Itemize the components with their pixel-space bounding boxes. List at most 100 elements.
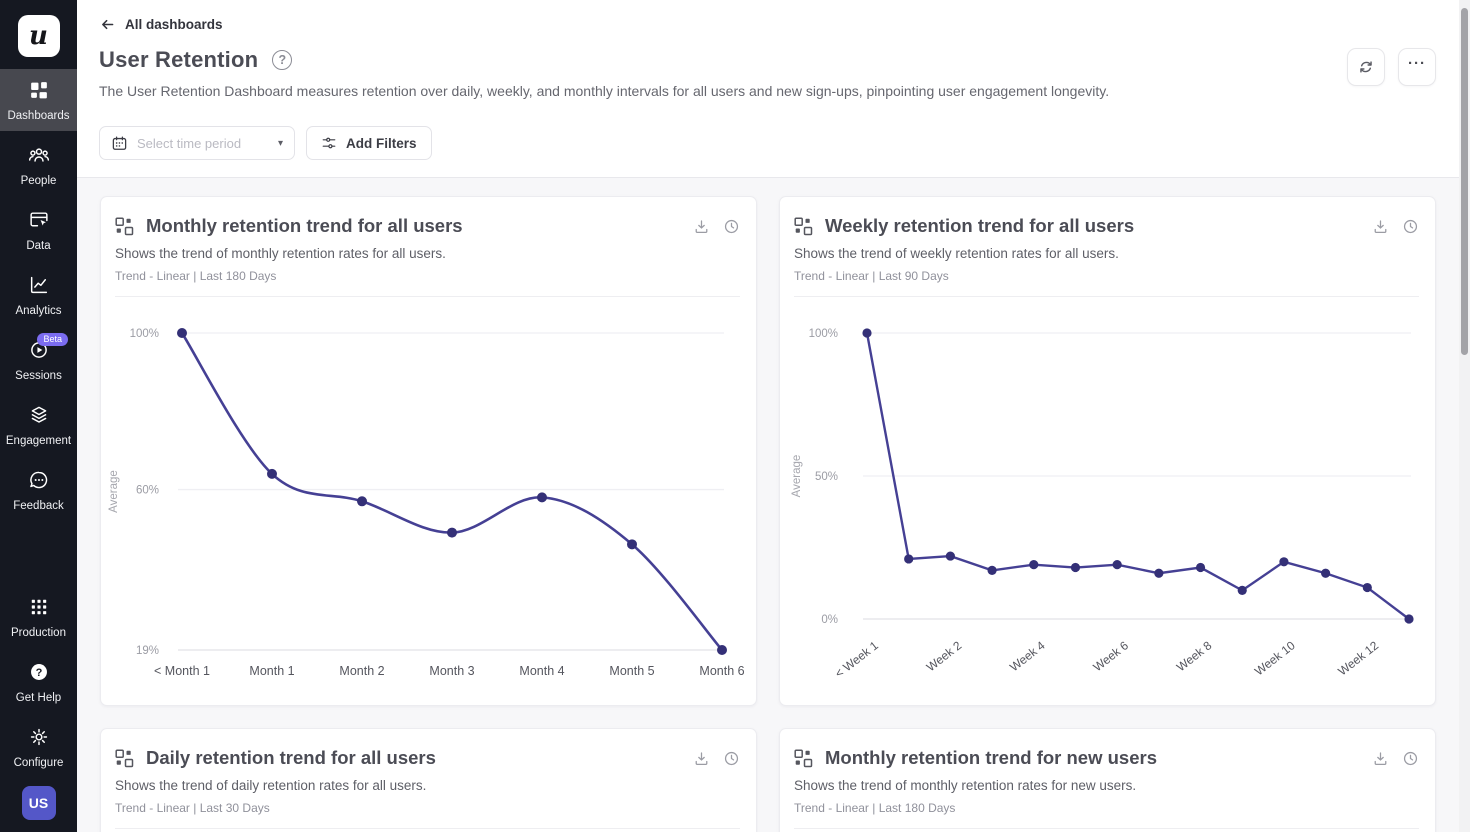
sidebar-item-label: Engagement bbox=[6, 435, 71, 447]
dashboard-grid: Monthly retention trend for all users Sh… bbox=[77, 178, 1470, 832]
main-area: All dashboards User Retention ? The User… bbox=[77, 0, 1470, 832]
svg-text:Week 4: Week 4 bbox=[1007, 638, 1048, 674]
svg-text:Week 10: Week 10 bbox=[1252, 638, 1298, 678]
sidebar-item-configure[interactable]: Configure bbox=[0, 716, 77, 778]
svg-text:?: ? bbox=[35, 667, 42, 679]
svg-text:50%: 50% bbox=[815, 471, 838, 483]
widget-grid-icon bbox=[794, 217, 813, 236]
dashboards-icon bbox=[28, 79, 50, 104]
page-header: All dashboards User Retention ? The User… bbox=[77, 0, 1470, 113]
header-actions: ··· bbox=[1347, 48, 1436, 86]
filter-bar: Select time period ▾ Add Filters bbox=[77, 113, 1470, 178]
download-icon[interactable] bbox=[1372, 218, 1389, 235]
card-subtitle: Shows the trend of monthly retention rat… bbox=[794, 778, 1419, 793]
history-clock-icon[interactable] bbox=[1402, 218, 1419, 235]
sidebar-item-analytics[interactable]: Analytics bbox=[0, 264, 77, 326]
sidebar-item-label: Configure bbox=[14, 757, 64, 769]
sliders-icon bbox=[321, 135, 337, 151]
people-icon bbox=[28, 144, 50, 169]
sidebar-item-label: Get Help bbox=[16, 692, 61, 704]
scrollbar-thumb[interactable] bbox=[1461, 8, 1468, 355]
card-title: Monthly retention trend for all users bbox=[146, 215, 681, 237]
card-divider bbox=[115, 828, 740, 829]
svg-text:Month 1: Month 1 bbox=[249, 664, 294, 678]
sidebar: u Dashboards People Data Analytics Beta … bbox=[0, 0, 77, 832]
svg-text:Week 8: Week 8 bbox=[1174, 638, 1215, 674]
card-title: Monthly retention trend for new users bbox=[825, 747, 1360, 769]
svg-text:Week 6: Week 6 bbox=[1090, 638, 1131, 674]
data-icon bbox=[28, 209, 50, 234]
sidebar-item-people[interactable]: People bbox=[0, 134, 77, 196]
sidebar-item-data[interactable]: Data bbox=[0, 199, 77, 261]
production-icon bbox=[28, 596, 50, 621]
sidebar-item-production[interactable]: Production bbox=[0, 586, 77, 648]
svg-text:Month 3: Month 3 bbox=[429, 664, 474, 678]
widget-grid-icon bbox=[115, 749, 134, 768]
sidebar-item-engagement[interactable]: Engagement bbox=[0, 394, 77, 456]
app-logo[interactable]: u bbox=[18, 15, 60, 57]
title-help-icon[interactable]: ? bbox=[272, 50, 292, 70]
card-subtitle: Shows the trend of daily retention rates… bbox=[115, 778, 740, 793]
avatar-initials: US bbox=[29, 795, 48, 811]
analytics-icon bbox=[28, 274, 50, 299]
card-meta: Trend - Linear | Last 180 Days bbox=[794, 801, 1419, 815]
svg-text:60%: 60% bbox=[136, 485, 159, 497]
sidebar-item-label: Data bbox=[26, 240, 50, 252]
sidebar-item-dashboards[interactable]: Dashboards bbox=[0, 69, 77, 131]
gear-icon bbox=[28, 726, 50, 751]
back-label: All dashboards bbox=[125, 17, 223, 32]
card-title: Weekly retention trend for all users bbox=[825, 215, 1360, 237]
back-arrow-icon bbox=[99, 16, 116, 33]
sidebar-item-feedback[interactable]: Feedback bbox=[0, 459, 77, 521]
svg-text:Average: Average bbox=[108, 470, 120, 513]
card-meta: Trend - Linear | Last 30 Days bbox=[115, 801, 740, 815]
history-clock-icon[interactable] bbox=[1402, 750, 1419, 767]
user-avatar[interactable]: US bbox=[22, 786, 56, 820]
svg-text:0%: 0% bbox=[821, 614, 838, 626]
calendar-icon bbox=[111, 135, 128, 152]
widget-grid-icon bbox=[115, 217, 134, 236]
svg-text:Month 6: Month 6 bbox=[699, 664, 744, 678]
add-filters-button[interactable]: Add Filters bbox=[306, 126, 432, 160]
svg-text:Week 12: Week 12 bbox=[1335, 638, 1381, 678]
card-title: Daily retention trend for all users bbox=[146, 747, 681, 769]
card-daily-retention-all-users: Daily retention trend for all users Show… bbox=[100, 728, 757, 832]
svg-text:< Month 1: < Month 1 bbox=[154, 664, 210, 678]
back-link[interactable]: All dashboards bbox=[99, 16, 223, 33]
card-divider bbox=[794, 828, 1419, 829]
sidebar-item-sessions[interactable]: Beta Sessions bbox=[0, 329, 77, 391]
card-meta: Trend - Linear | Last 180 Days bbox=[115, 269, 740, 283]
time-period-select[interactable]: Select time period ▾ bbox=[99, 126, 295, 160]
weekly-retention-line-chart[interactable]: 100%50%0%Average< Week 1Week 2Week 4Week… bbox=[780, 297, 1436, 697]
sidebar-item-label: Feedback bbox=[13, 500, 64, 512]
sidebar-item-get-help[interactable]: ? Get Help bbox=[0, 651, 77, 713]
widget-grid-icon bbox=[794, 749, 813, 768]
card-monthly-retention-new-users: Monthly retention trend for new users Sh… bbox=[779, 728, 1436, 832]
sidebar-nav: Dashboards People Data Analytics Beta Se… bbox=[0, 69, 77, 832]
svg-text:Month 5: Month 5 bbox=[609, 664, 654, 678]
ellipsis-icon: ··· bbox=[1408, 64, 1426, 70]
svg-text:100%: 100% bbox=[809, 328, 838, 340]
download-icon[interactable] bbox=[693, 750, 710, 767]
sidebar-item-label: Dashboards bbox=[7, 110, 69, 122]
page-description: The User Retention Dashboard measures re… bbox=[99, 83, 1448, 99]
svg-text:Month 4: Month 4 bbox=[519, 664, 564, 678]
monthly-retention-line-chart[interactable]: 100%60%19%Average< Month 1Month 1Month 2… bbox=[101, 297, 757, 697]
time-period-placeholder: Select time period bbox=[137, 136, 241, 151]
page-title: User Retention bbox=[99, 47, 258, 73]
card-weekly-retention-all-users: Weekly retention trend for all users Sho… bbox=[779, 196, 1436, 706]
sidebar-item-label: Production bbox=[11, 627, 66, 639]
refresh-icon bbox=[1357, 58, 1375, 76]
sidebar-item-label: Analytics bbox=[15, 305, 61, 317]
refresh-button[interactable] bbox=[1347, 48, 1385, 86]
download-icon[interactable] bbox=[1372, 750, 1389, 767]
svg-text:Month 2: Month 2 bbox=[339, 664, 384, 678]
download-icon[interactable] bbox=[693, 218, 710, 235]
beta-badge: Beta bbox=[37, 333, 68, 346]
engagement-icon bbox=[28, 404, 50, 429]
feedback-icon bbox=[28, 469, 50, 494]
more-options-button[interactable]: ··· bbox=[1398, 48, 1436, 86]
svg-text:Week 2: Week 2 bbox=[924, 638, 965, 674]
history-clock-icon[interactable] bbox=[723, 750, 740, 767]
history-clock-icon[interactable] bbox=[723, 218, 740, 235]
